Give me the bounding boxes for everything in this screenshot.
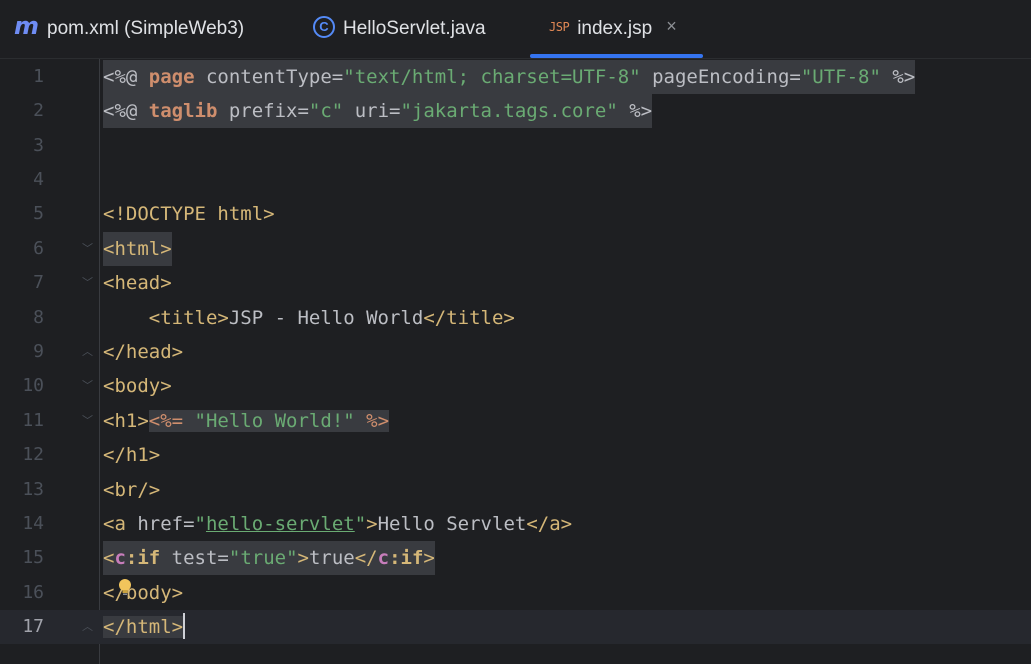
line-number: 13 xyxy=(22,479,44,500)
tab-label: pom.xml (SimpleWeb3) xyxy=(47,18,245,39)
code-text: </h1> xyxy=(103,444,161,466)
code-text: <c:if test="true">true</c:if> xyxy=(103,541,435,575)
code-line[interactable]: 8 <title>JSP - Hello World</title> xyxy=(0,301,1031,335)
java-class-icon: C xyxy=(313,16,335,38)
code-line[interactable]: 11 ﹀ <h1><%= "Hello World!" %> xyxy=(0,404,1031,438)
line-number: 16 xyxy=(22,582,44,603)
code-editor[interactable]: 1 <%@ page contentType="text/html; chars… xyxy=(0,59,1031,664)
code-text: <%@ page contentType="text/html; charset… xyxy=(103,60,916,94)
code-line[interactable]: 13 <br/> xyxy=(0,473,1031,507)
fold-icon[interactable]: ﹀ xyxy=(82,232,93,266)
tab-index-jsp[interactable]: JSP index.jsp × xyxy=(549,0,677,58)
maven-icon: m xyxy=(14,12,40,40)
line-number: 5 xyxy=(33,203,44,224)
code-line-current[interactable]: 17 ︿ </html> xyxy=(0,610,1031,644)
code-line[interactable]: 12 </h1> xyxy=(0,438,1031,472)
code-text: </body> xyxy=(103,582,184,604)
code-line[interactable]: 4 xyxy=(0,163,1031,197)
code-text: <body> xyxy=(103,375,172,397)
code-text: <%@ taglib prefix="c" uri="jakarta.tags.… xyxy=(103,94,653,128)
line-number: 7 xyxy=(33,272,44,293)
line-number: 15 xyxy=(22,547,44,568)
code-line[interactable]: 16 </body> xyxy=(0,576,1031,610)
code-line[interactable]: 3 xyxy=(0,129,1031,163)
active-tab-indicator xyxy=(530,54,703,58)
code-line[interactable]: 14 <a href="hello-servlet">Hello Servlet… xyxy=(0,507,1031,541)
tab-label: HelloServlet.java xyxy=(343,18,486,39)
fold-icon[interactable]: ﹀ xyxy=(82,369,93,403)
fold-icon[interactable]: ︿ xyxy=(82,335,93,369)
code-text: <br/> xyxy=(103,479,161,501)
code-line[interactable]: 10 ﹀ <body> xyxy=(0,369,1031,403)
tab-hello-servlet[interactable]: C HelloServlet.java xyxy=(313,0,486,58)
tab-label: index.jsp xyxy=(577,18,653,39)
close-icon[interactable]: × xyxy=(666,16,677,37)
fold-icon[interactable]: ﹀ xyxy=(82,404,93,438)
code-text: <h1><%= "Hello World!" %> xyxy=(103,410,390,432)
line-number: 8 xyxy=(33,307,44,328)
code-text: <html> xyxy=(103,232,172,266)
line-number: 12 xyxy=(22,444,44,465)
text-caret xyxy=(183,612,186,639)
code-text: </html> xyxy=(103,610,186,644)
code-line[interactable]: 1 <%@ page contentType="text/html; chars… xyxy=(0,60,1031,94)
code-line[interactable]: 15 <c:if test="true">true</c:if> xyxy=(0,541,1031,575)
lightbulb-icon[interactable] xyxy=(117,578,133,596)
code-text: <!DOCTYPE html> xyxy=(103,203,275,225)
jsp-file-icon: JSP xyxy=(549,20,570,34)
code-line[interactable]: 9 ︿ </head> xyxy=(0,335,1031,369)
tab-pom-xml[interactable]: m pom.xml (SimpleWeb3) xyxy=(14,0,244,58)
code-line[interactable]: 2 <%@ taglib prefix="c" uri="jakarta.tag… xyxy=(0,94,1031,128)
code-text: <a href="hello-servlet">Hello Servlet</a… xyxy=(103,513,573,535)
code-text: <head> xyxy=(103,272,172,294)
line-number: 14 xyxy=(22,513,44,534)
code-line[interactable]: 5 <!DOCTYPE html> xyxy=(0,197,1031,231)
fold-icon[interactable]: ﹀ xyxy=(82,266,93,300)
line-number: 10 xyxy=(22,375,44,396)
line-number: 1 xyxy=(33,66,44,87)
editor-tab-bar: m pom.xml (SimpleWeb3) C HelloServlet.ja… xyxy=(0,0,1031,59)
code-line[interactable]: 6 ﹀ <html> xyxy=(0,232,1031,266)
line-number: 6 xyxy=(33,238,44,259)
code-line[interactable]: 7 ﹀ <head> xyxy=(0,266,1031,300)
code-text: <title>JSP - Hello World</title> xyxy=(103,307,515,329)
line-number: 2 xyxy=(33,100,44,121)
line-number: 9 xyxy=(33,341,44,362)
fold-icon[interactable]: ︿ xyxy=(82,610,93,644)
line-number: 17 xyxy=(22,616,44,637)
line-number: 3 xyxy=(33,135,44,156)
code-text: </head> xyxy=(103,341,184,363)
href-link: hello-servlet xyxy=(205,513,355,535)
line-number: 4 xyxy=(33,169,44,190)
line-number: 11 xyxy=(22,410,44,431)
